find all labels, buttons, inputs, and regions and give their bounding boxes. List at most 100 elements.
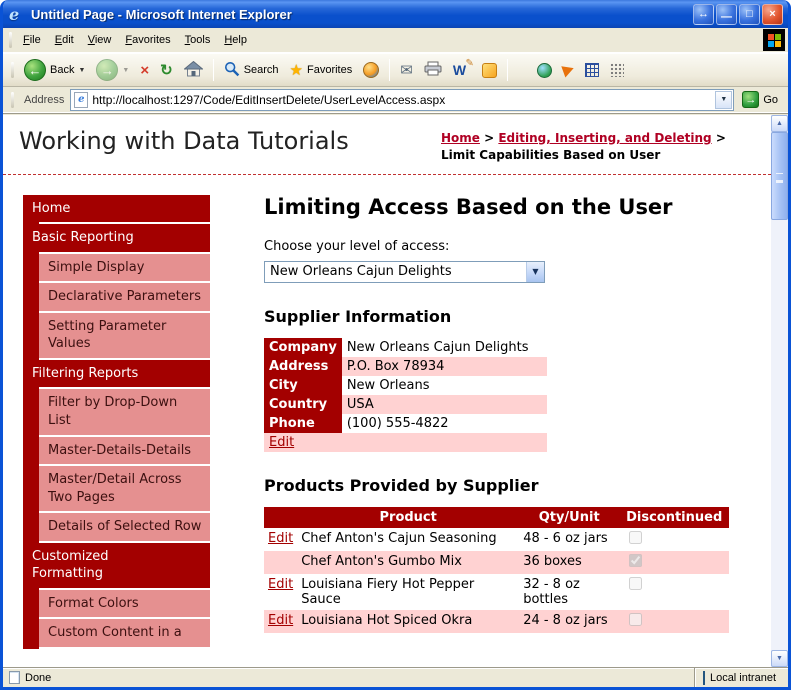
scroll-up-button[interactable]: ▲ <box>771 115 788 132</box>
select-dropdown-button[interactable]: ▼ <box>526 261 544 282</box>
forward-button[interactable]: → ▼ <box>91 56 134 84</box>
scrollbar-thumb[interactable] <box>771 132 788 220</box>
discontinued-checkbox[interactable] <box>629 612 643 626</box>
extension-button-2[interactable] <box>558 61 579 79</box>
supplier-edit-link[interactable]: Edit <box>269 435 294 450</box>
search-label: Search <box>243 64 279 76</box>
sidebar-item-details-of-selected-row[interactable]: Details of Selected Row <box>39 513 210 541</box>
media-icon <box>363 62 380 78</box>
sidebar-item-declarative-parameters[interactable]: Declarative Parameters <box>39 283 210 311</box>
product-edit-link[interactable]: Edit <box>268 577 293 592</box>
menu-favorites[interactable]: Favorites <box>118 30 177 50</box>
address-bar-grip[interactable] <box>11 91 14 108</box>
main-content: Limiting Access Based on the User Choose… <box>264 195 747 649</box>
go-button[interactable]: → Go <box>738 91 784 108</box>
stop-button[interactable]: × <box>135 59 154 82</box>
windows-flag-icon <box>767 33 781 47</box>
media-button[interactable] <box>358 59 384 81</box>
discontinued-checkbox[interactable] <box>629 576 643 590</box>
extension-button-1[interactable] <box>532 60 557 81</box>
resize-button[interactable]: ↔ <box>693 3 714 25</box>
status-text: Done <box>25 671 52 684</box>
menu-bar: File Edit View Favorites Tools Help <box>3 28 788 53</box>
sidebar-nav: Home Basic Reporting Simple Display Decl… <box>23 194 210 649</box>
menu-bar-grip[interactable] <box>9 32 12 48</box>
breadcrumb-home-link[interactable]: Home <box>441 131 480 145</box>
discontinued-checkbox[interactable] <box>629 553 643 567</box>
sidebar-item-setting-parameter-values[interactable]: Setting Parameter Values <box>39 312 210 358</box>
sidebar-item-format-colors[interactable]: Format Colors <box>39 589 210 618</box>
sidebar-item-master-details-details[interactable]: Master-Details-Details <box>39 436 210 465</box>
discontinued-checkbox[interactable] <box>629 530 643 544</box>
status-bar: Done Local intranet <box>3 667 788 687</box>
minimize-icon: — <box>721 10 732 23</box>
back-menu-chevron-icon[interactable]: ▼ <box>78 67 85 74</box>
supplier-field-value: P.O. Box 78934 <box>341 356 547 376</box>
product-name-cell: Louisiana Hot Spiced Okra <box>301 612 473 628</box>
products-header-row: Product Qty/Unit Discontinued <box>264 506 730 528</box>
resize-icon: ↔ <box>698 7 709 20</box>
minimize-button[interactable]: — <box>716 3 737 25</box>
page-doc-icon: e <box>74 91 89 108</box>
edit-with-word-button[interactable]: W ✎ <box>448 58 476 81</box>
sidebar-item-simple-display[interactable]: Simple Display <box>39 253 210 282</box>
back-button[interactable]: ← Back ▼ <box>19 56 90 84</box>
product-name-cell: Louisiana Fiery Hot Pepper Sauce <box>301 576 475 607</box>
address-input[interactable] <box>92 92 712 107</box>
breadcrumb-section-link[interactable]: Editing, Inserting, and Deleting <box>498 131 711 145</box>
close-button[interactable]: × <box>762 3 783 25</box>
table-row: Company New Orleans Cajun Delights <box>264 337 547 357</box>
home-button[interactable] <box>179 58 208 83</box>
sidebar-item-filtering-reports[interactable]: Filtering Reports <box>23 359 210 388</box>
address-dropdown-button[interactable]: ▼ <box>715 90 733 109</box>
products-col-discontinued: Discontinued <box>619 506 730 528</box>
forward-menu-chevron-icon: ▼ <box>122 66 130 74</box>
page-status-icon <box>9 671 20 684</box>
menu-file[interactable]: File <box>16 30 48 50</box>
sidebar-item-filter-by-dropdown-list[interactable]: Filter by Drop-Down List <box>39 389 210 435</box>
print-button[interactable] <box>419 58 447 82</box>
product-name-cell: Chef Anton's Gumbo Mix <box>301 553 462 569</box>
product-edit-link[interactable]: Edit <box>268 613 293 628</box>
breadcrumb-separator: > <box>711 131 726 145</box>
edit-word-icon: W ✎ <box>452 58 474 78</box>
supplier-field-label: Phone <box>264 413 342 433</box>
sidebar-item-master-detail-across-two-pages[interactable]: Master/Detail Across Two Pages <box>39 466 210 512</box>
scroll-down-button[interactable]: ▼ <box>771 650 788 667</box>
table-row: Edit Louisiana Hot Spiced Okra 24 - 8 oz… <box>264 609 730 633</box>
sidebar-item-custom-content[interactable]: Custom Content in a <box>39 619 210 647</box>
supplier-field-value: New Orleans <box>346 377 430 393</box>
favorites-button[interactable]: ★ Favorites <box>285 58 358 82</box>
breadcrumb-separator: > <box>479 131 499 145</box>
menu-edit[interactable]: Edit <box>48 30 81 50</box>
extension-button-4[interactable] <box>605 60 629 80</box>
supplier-field-value: (100) 555-4822 <box>346 415 449 431</box>
extension-button-3[interactable] <box>580 60 604 80</box>
forward-icon: → <box>96 59 119 81</box>
menu-help[interactable]: Help <box>217 30 254 50</box>
toolbar-grip[interactable] <box>11 62 14 78</box>
product-discontinued-cell <box>619 610 729 633</box>
product-edit-link[interactable]: Edit <box>268 531 293 546</box>
access-level-select[interactable]: New Orleans Cajun Delights ▼ <box>264 260 545 283</box>
supplier-field-value: USA <box>341 394 547 414</box>
orange-arrow-icon <box>561 62 576 78</box>
refresh-button[interactable]: ↻ <box>155 58 178 82</box>
menu-view[interactable]: View <box>81 30 119 50</box>
mail-button[interactable]: ✉ <box>395 58 418 82</box>
messenger-button[interactable] <box>477 60 502 81</box>
table-row: Edit Louisiana Fiery Hot Pepper Sauce 32… <box>264 574 729 610</box>
scroll-up-icon: ▲ <box>776 120 783 127</box>
sidebar-item-customized-formatting[interactable]: Customized Formatting <box>23 542 210 588</box>
menu-tools[interactable]: Tools <box>178 30 218 50</box>
zone-text: Local intranet <box>709 671 776 684</box>
print-icon <box>424 61 442 79</box>
search-button[interactable]: Search <box>219 58 284 83</box>
vertical-scrollbar[interactable]: ▲ ▼ <box>771 115 788 667</box>
sidebar-item-home[interactable]: Home <box>23 194 210 223</box>
sidebar-item-basic-reporting[interactable]: Basic Reporting <box>23 224 210 252</box>
product-qty-cell: 36 boxes <box>523 553 582 569</box>
maximize-button[interactable]: □ <box>739 3 760 25</box>
maximize-icon: □ <box>746 7 753 20</box>
back-label: Back <box>50 64 75 76</box>
